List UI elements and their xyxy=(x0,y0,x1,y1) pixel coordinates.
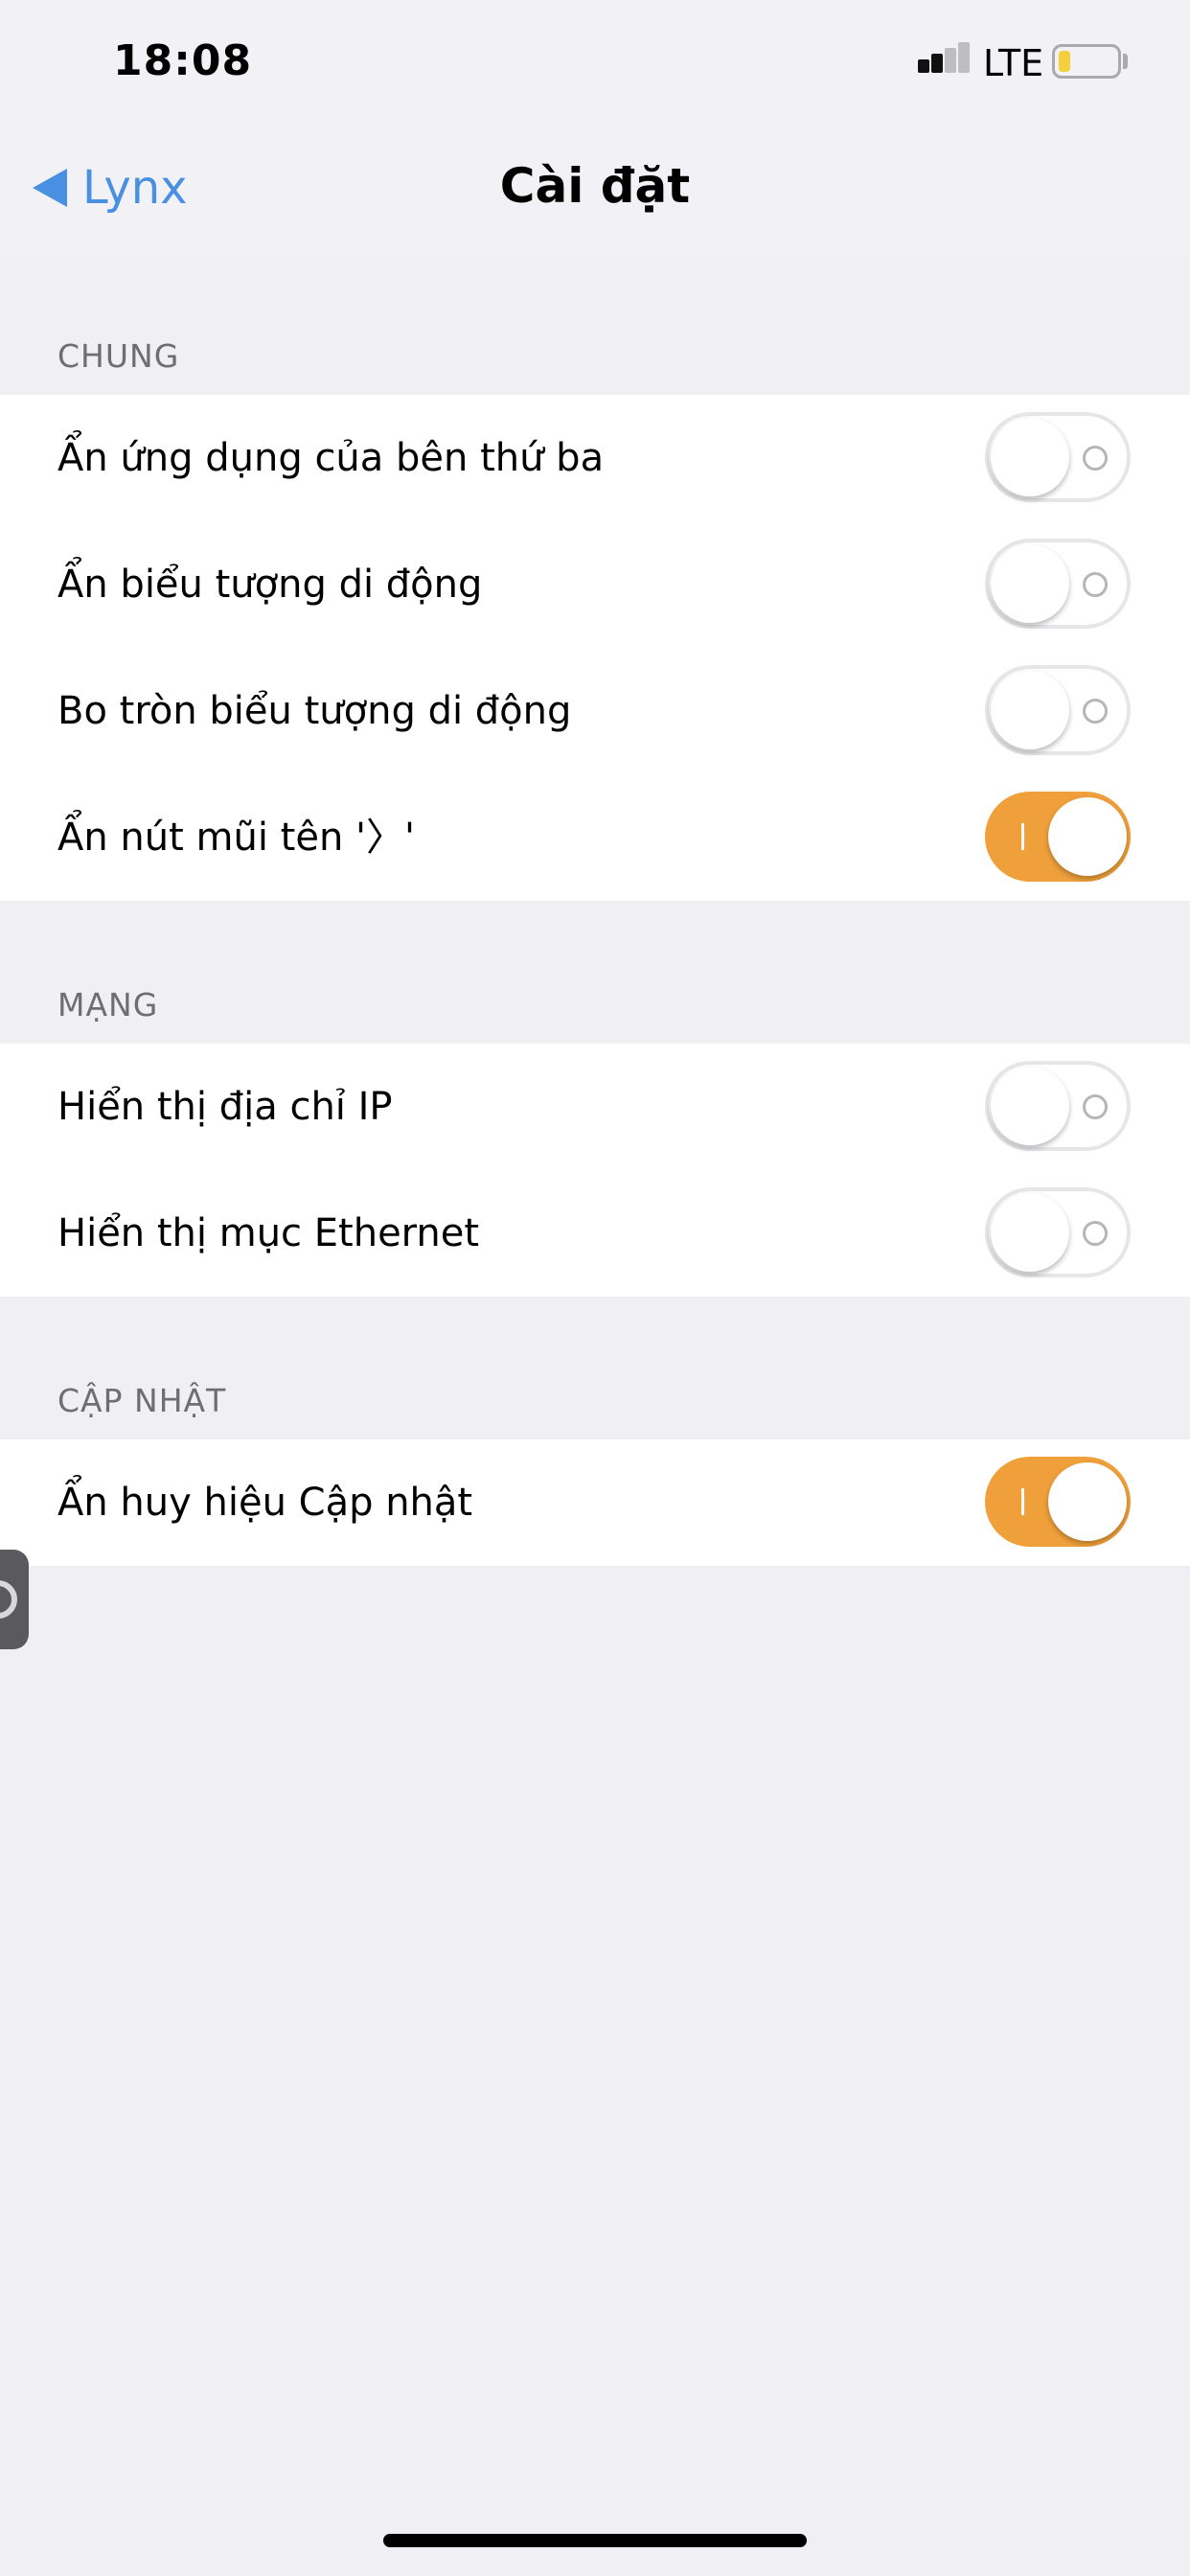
setting-label: Ẩn biểu tượng di động xyxy=(57,563,483,607)
hide-third-party-apps-toggle[interactable] xyxy=(985,412,1131,502)
setting-label: Hiển thị mục Ethernet xyxy=(57,1211,480,1255)
settings-group-updates: Ẩn huy hiệu Cập nhật xyxy=(0,1439,1190,1566)
show-ethernet-toggle[interactable] xyxy=(985,1187,1131,1277)
settings-group-network: Hiển thị địa chỉ IP Hiển thị mục Etherne… xyxy=(0,1044,1190,1297)
settings-group-general: Ẩn ứng dụng của bên thứ ba Ẩn biểu tượng… xyxy=(0,395,1190,901)
toggle-off-mark xyxy=(1083,699,1108,724)
setting-label: Ẩn ứng dụng của bên thứ ba xyxy=(57,436,605,480)
assistive-touch-button[interactable] xyxy=(0,1550,29,1649)
section-header-general: CHUNG xyxy=(57,337,180,375)
toggle-knob xyxy=(991,1193,1069,1272)
show-ip-address-toggle[interactable] xyxy=(985,1061,1131,1151)
navigation-bar: Lynx Cài đặt xyxy=(0,129,1190,254)
settings-row: Ẩn nút mũi tên '〉' xyxy=(0,774,1190,901)
toggle-knob xyxy=(991,1067,1069,1145)
settings-row: Ẩn huy hiệu Cập nhật xyxy=(0,1439,1190,1566)
settings-row: Ẩn biểu tượng di động xyxy=(0,521,1190,648)
hide-mobile-icon-toggle[interactable] xyxy=(985,539,1131,629)
toggle-knob xyxy=(1048,797,1127,876)
toggle-knob xyxy=(1048,1462,1127,1541)
toggle-off-mark xyxy=(1083,446,1108,471)
toggle-knob xyxy=(991,544,1069,623)
hide-update-badge-toggle[interactable] xyxy=(985,1457,1131,1547)
battery-tip xyxy=(1123,54,1128,69)
page-title: Cài đặt xyxy=(499,158,691,214)
setting-label: Hiển thị địa chỉ IP xyxy=(57,1085,393,1129)
toggle-off-mark xyxy=(1083,1221,1108,1246)
settings-row: Ẩn ứng dụng của bên thứ ba xyxy=(0,395,1190,521)
toggle-on-mark xyxy=(1021,823,1024,850)
round-mobile-icon-toggle[interactable] xyxy=(985,665,1131,755)
toggle-off-mark xyxy=(1083,572,1108,597)
cellular-signal-icon xyxy=(918,42,975,79)
setting-label: Ẩn nút mũi tên '〉' xyxy=(57,816,416,860)
setting-label: Bo tròn biểu tượng di động xyxy=(57,689,572,733)
home-indicator[interactable] xyxy=(383,2534,807,2547)
status-bar: 18:08 LTE xyxy=(0,0,1190,129)
toggle-on-mark xyxy=(1021,1488,1024,1515)
settings-row: Hiển thị địa chỉ IP xyxy=(0,1044,1190,1170)
carrier-label: LTE xyxy=(983,42,1044,84)
settings-row: Hiển thị mục Ethernet xyxy=(0,1170,1190,1297)
hide-arrow-button-toggle[interactable] xyxy=(985,792,1131,882)
section-header-network: MẠNG xyxy=(57,986,159,1024)
toggle-off-mark xyxy=(1083,1094,1108,1119)
setting-label: Ẩn huy hiệu Cập nhật xyxy=(57,1481,473,1525)
settings-row: Bo tròn biểu tượng di động xyxy=(0,648,1190,774)
toggle-knob xyxy=(991,671,1069,749)
battery-level xyxy=(1059,51,1070,72)
toggle-knob xyxy=(991,418,1069,496)
section-header-updates: CẬP NHẬT xyxy=(57,1382,227,1419)
battery-icon xyxy=(1052,44,1121,79)
status-time: 18:08 xyxy=(113,36,253,85)
